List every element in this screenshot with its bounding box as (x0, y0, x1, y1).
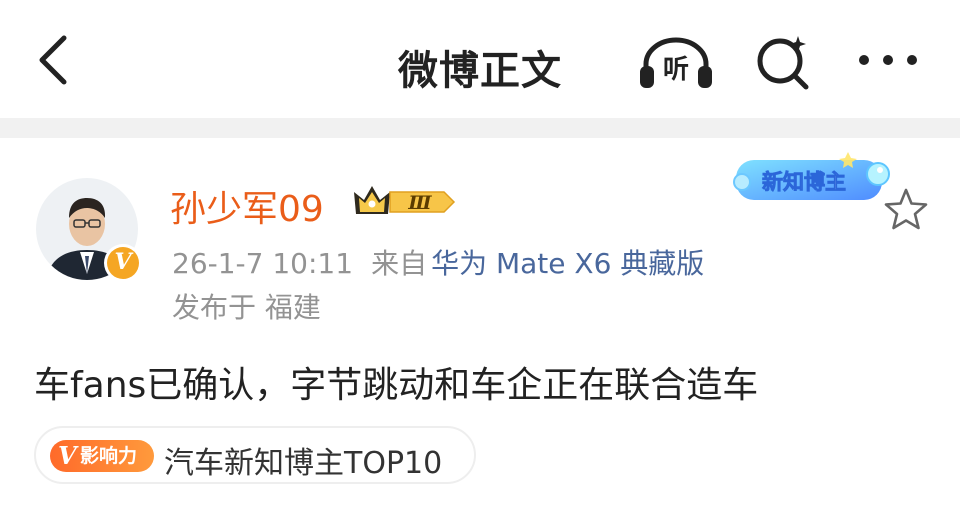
author-name[interactable]: 孙少军09 (170, 180, 324, 232)
verified-badge: V (104, 244, 142, 282)
post-text: 车fans已确认，字节跳动和车企正在联合造车 (34, 365, 759, 406)
favorite-button[interactable] (880, 184, 932, 236)
listen-label: 听 (663, 55, 689, 85)
influence-label: 汽车新知博主TOP10 (164, 446, 443, 481)
verified-v-icon: V (107, 247, 139, 279)
post-source-link[interactable]: 华为 Mate X6 典藏版 (431, 247, 704, 280)
post-location: 发布于 福建 (172, 291, 321, 324)
creator-badge[interactable]: 新知博主 (728, 148, 894, 214)
search-button[interactable] (752, 32, 816, 92)
post-meta: 26-1-7 10:11 来自 华为 Mate X6 典藏版 (172, 242, 704, 282)
crown-level: Ⅲ (407, 192, 432, 214)
back-button[interactable] (28, 30, 84, 90)
influence-badge: V 影响力 (50, 440, 154, 472)
more-dots-icon (859, 55, 917, 65)
crown-icon: Ⅲ (354, 186, 456, 214)
creator-badge-text: 新知博主 (762, 170, 846, 194)
page-title: 微博正文 (398, 48, 562, 94)
weibo-post-page: 微博正文 听 V 孙少军09 Ⅲ 26-1-7 10:11 来自 华为 Mate… (0, 0, 960, 513)
listen-button[interactable]: 听 (636, 34, 716, 90)
influence-v-icon: V (58, 441, 77, 470)
star-icon (884, 188, 928, 230)
post-card: V 孙少军09 Ⅲ 26-1-7 10:11 来自 华为 Mate X6 典藏版 发… (0, 138, 960, 513)
headphones-icon: 听 (640, 37, 712, 88)
post-time: 26-1-7 10:11 (172, 247, 354, 280)
chevron-left-icon (39, 35, 67, 85)
influence-badge-text: 影响力 (80, 445, 138, 467)
top-nav-bar: 微博正文 听 (0, 0, 960, 118)
more-button[interactable] (852, 40, 924, 80)
creator-badge-icon: 新知博主 (733, 152, 890, 200)
search-icon (757, 36, 809, 90)
influence-tag[interactable]: V 影响力 汽车新知博主TOP10 (34, 426, 476, 484)
crown-level-badge[interactable]: Ⅲ (352, 182, 456, 222)
section-divider (0, 118, 960, 138)
source-prefix: 来自 (371, 247, 428, 280)
